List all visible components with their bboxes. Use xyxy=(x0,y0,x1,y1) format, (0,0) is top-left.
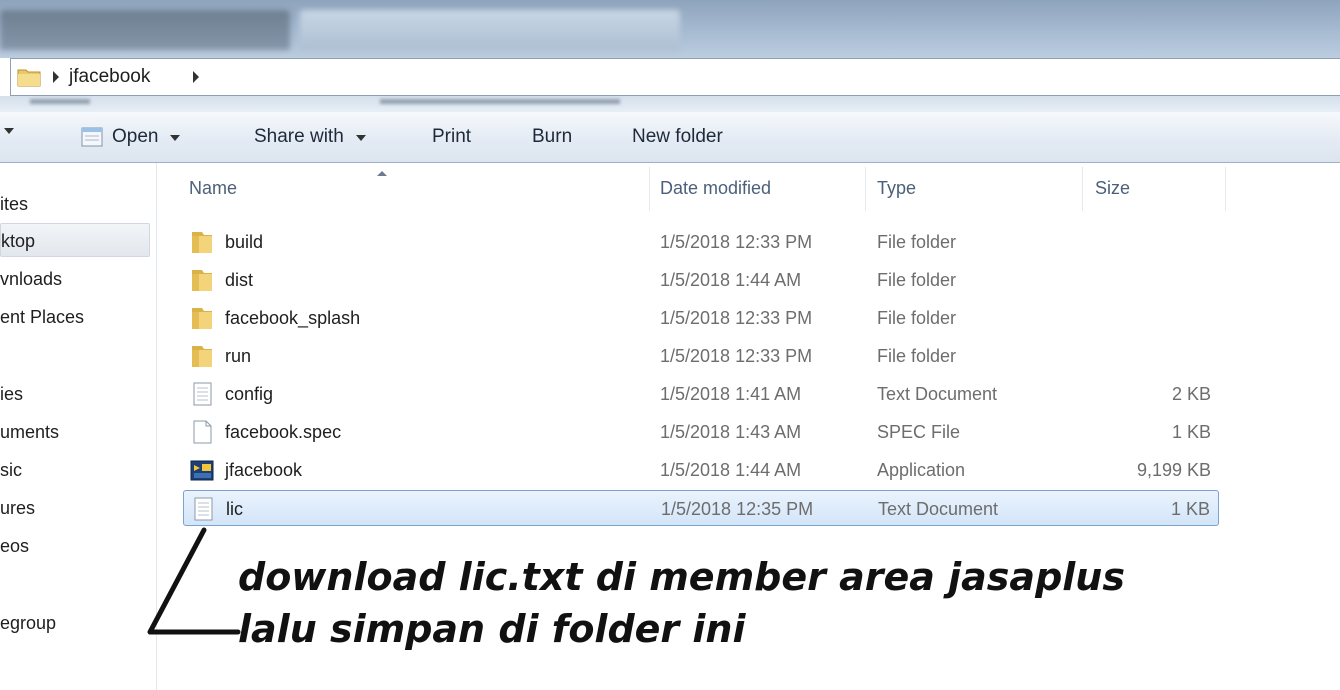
file-date: 1/5/2018 1:44 AM xyxy=(660,270,802,290)
file-row-config[interactable]: config 1/5/2018 1:41 AM Text Document 2 … xyxy=(183,376,1219,412)
file-type: SPEC File xyxy=(877,422,961,442)
text-document-icon xyxy=(193,382,212,406)
organize-dropdown[interactable] xyxy=(4,126,14,134)
open-label: Open xyxy=(112,126,159,147)
print-button[interactable]: Print xyxy=(432,126,471,148)
print-label: Print xyxy=(432,126,472,147)
file-name: facebook_splash xyxy=(225,308,361,328)
column-divider[interactable] xyxy=(1225,167,1226,211)
nav-item-homegroup[interactable]: egroup xyxy=(0,606,150,640)
application-icon xyxy=(190,460,214,481)
address-bar[interactable]: jfacebook xyxy=(10,58,1340,96)
file-name: facebook.spec xyxy=(225,422,342,442)
text-document-icon xyxy=(194,497,213,521)
nav-item-downloads[interactable]: vnloads xyxy=(0,262,150,296)
column-header-row: Name Date modified Type Size xyxy=(157,163,1340,215)
open-button[interactable]: Open xyxy=(80,126,181,148)
file-type: File folder xyxy=(877,308,957,328)
burn-button[interactable]: Burn xyxy=(532,126,572,148)
file-size: 1 KB xyxy=(1171,422,1211,442)
file-name: lic xyxy=(226,499,243,519)
column-divider[interactable] xyxy=(865,167,866,211)
column-divider[interactable] xyxy=(649,167,650,211)
file-row-run[interactable]: run 1/5/2018 12:33 PM File folder xyxy=(183,338,1219,374)
annotation-line-1: download lic.txt di member area jasaplus xyxy=(238,555,1125,599)
new-folder-label: New folder xyxy=(632,126,723,147)
file-size: 1 KB xyxy=(1170,499,1210,519)
file-size: 9,199 KB xyxy=(1136,460,1211,480)
file-type: File folder xyxy=(877,346,957,366)
nav-item-pictures[interactable]: ures xyxy=(0,491,150,525)
nav-item-desktop[interactable]: ktop xyxy=(0,223,150,257)
share-with-label: Share with xyxy=(254,126,344,147)
column-header-name[interactable]: Name xyxy=(189,178,237,199)
file-type: Text Document xyxy=(878,499,999,519)
file-size: 2 KB xyxy=(1171,384,1211,404)
chevron-down-icon xyxy=(355,135,366,141)
file-name: run xyxy=(225,346,252,366)
file-date: 1/5/2018 1:43 AM xyxy=(660,422,802,442)
file-date: 1/5/2018 1:44 AM xyxy=(660,460,802,480)
column-header-type[interactable]: Type xyxy=(877,178,916,199)
file-name: jfacebook xyxy=(225,460,303,480)
navigation-pane: ites ktop vnloads ent Places ies uments … xyxy=(0,163,157,690)
folder-icon xyxy=(17,69,41,87)
nav-item-videos[interactable]: eos xyxy=(0,529,150,563)
file-type: File folder xyxy=(877,232,957,252)
folder-icon xyxy=(192,308,212,329)
column-divider[interactable] xyxy=(1082,167,1083,211)
chevron-down-icon xyxy=(170,135,181,141)
column-header-date[interactable]: Date modified xyxy=(660,178,771,199)
new-folder-button[interactable]: New folder xyxy=(632,126,723,148)
nav-item-recent-places[interactable]: ent Places xyxy=(0,300,150,334)
command-toolbar: Open Share with Print Burn New folder xyxy=(0,112,1340,163)
chevron-down-icon xyxy=(4,128,14,134)
file-row-dist[interactable]: dist 1/5/2018 1:44 AM File folder xyxy=(183,262,1219,298)
breadcrumb-arrow-icon[interactable] xyxy=(53,71,59,83)
folder-icon xyxy=(192,270,212,291)
burn-label: Burn xyxy=(532,126,573,147)
file-type: Application xyxy=(877,460,966,480)
file-row-facebook-spec[interactable]: facebook.spec 1/5/2018 1:43 AM SPEC File… xyxy=(183,414,1219,450)
nav-item-favorites[interactable]: ites xyxy=(0,187,150,221)
file-type: Text Document xyxy=(877,384,998,404)
file-date: 1/5/2018 12:33 PM xyxy=(660,346,813,366)
address-bar-shadow xyxy=(0,96,1340,112)
file-name: dist xyxy=(225,270,254,290)
file-row-build[interactable]: build 1/5/2018 12:33 PM File folder xyxy=(183,224,1219,260)
file-type: File folder xyxy=(877,270,957,290)
file-row-lic[interactable]: lic 1/5/2018 12:35 PM Text Document 1 KB xyxy=(183,490,1219,526)
share-with-button[interactable]: Share with xyxy=(254,126,366,148)
folder-icon xyxy=(192,232,212,253)
window-tab-strip xyxy=(0,0,1340,58)
file-date: 1/5/2018 12:33 PM xyxy=(660,308,813,328)
nav-item-documents[interactable]: uments xyxy=(0,415,150,449)
file-name: config xyxy=(225,384,274,404)
blurred-tab[interactable] xyxy=(300,10,680,50)
breadcrumb-arrow-icon[interactable] xyxy=(193,71,199,83)
file-row-facebook-splash[interactable]: facebook_splash 1/5/2018 12:33 PM File f… xyxy=(183,300,1219,336)
folder-icon xyxy=(192,346,212,367)
nav-item-libraries[interactable]: ies xyxy=(0,377,150,411)
sort-ascending-icon xyxy=(377,171,387,176)
file-date: 1/5/2018 12:33 PM xyxy=(660,232,813,252)
file-date: 1/5/2018 1:41 AM xyxy=(660,384,802,404)
file-row-jfacebook[interactable]: jfacebook 1/5/2018 1:44 AM Application 9… xyxy=(183,452,1219,488)
file-icon xyxy=(193,420,212,444)
breadcrumb-jfacebook[interactable]: jfacebook xyxy=(69,66,150,88)
annotation-line-2: lalu simpan di folder ini xyxy=(238,607,746,651)
nav-item-music[interactable]: sic xyxy=(0,453,150,487)
blurred-tab[interactable] xyxy=(0,10,290,50)
file-name: build xyxy=(225,232,264,252)
notepad-icon xyxy=(81,127,103,147)
column-header-size[interactable]: Size xyxy=(1095,178,1130,199)
file-date: 1/5/2018 12:35 PM xyxy=(661,499,814,519)
